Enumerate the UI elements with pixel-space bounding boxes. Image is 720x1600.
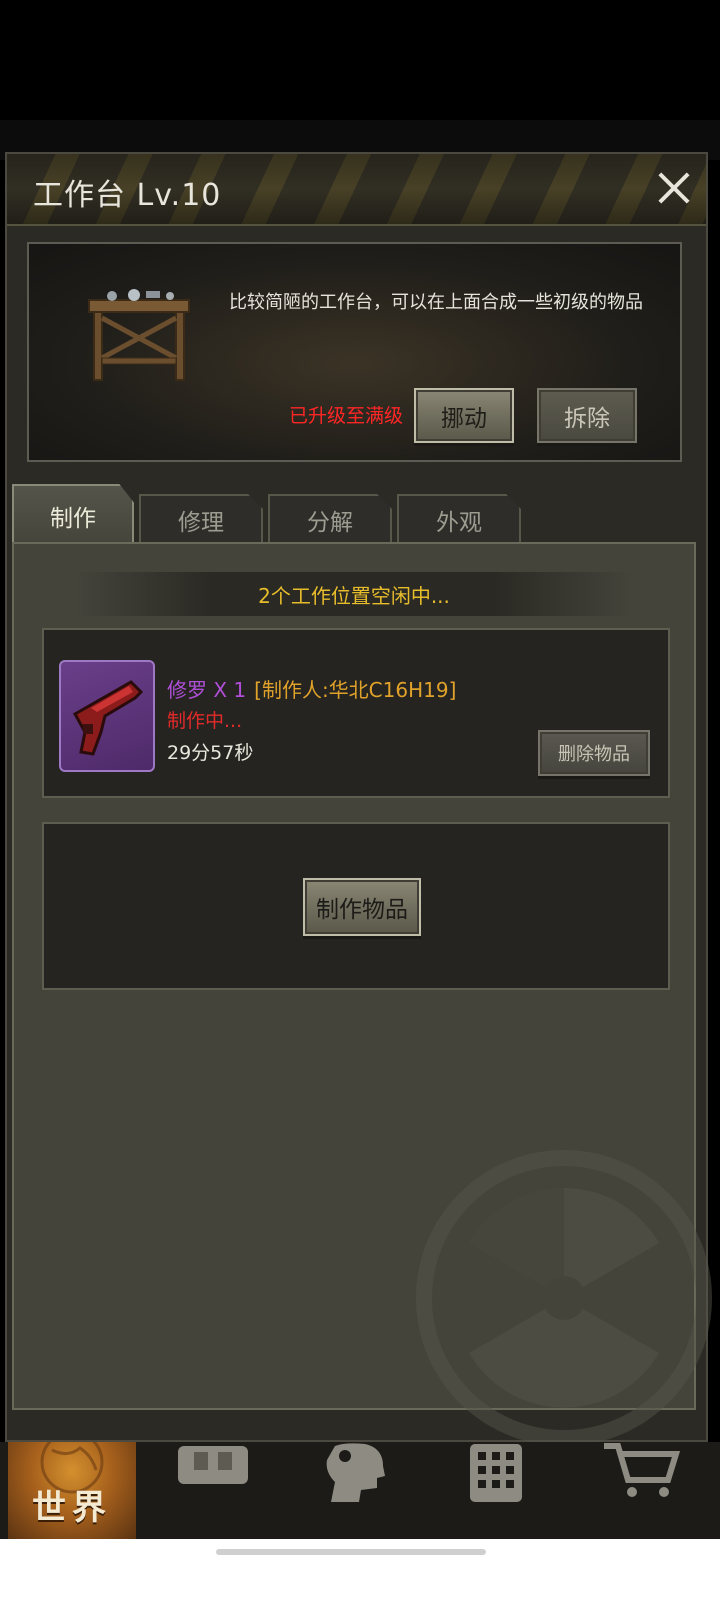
- nav-world-label: 世界: [32, 1488, 112, 1528]
- craft-content-panel: 2个工作位置空闲中... 修罗 X 1 [制作人:华北C16H19] 制作中...…: [12, 542, 712, 1446]
- tab-repair[interactable]: 修理: [139, 494, 263, 544]
- empty-craft-slot: 制作物品: [42, 822, 670, 990]
- nav-backpack[interactable]: [160, 1442, 280, 1539]
- nav-character[interactable]: [305, 1442, 425, 1539]
- tab-craft[interactable]: 制作: [12, 484, 134, 546]
- nav-phone[interactable]: [450, 1442, 570, 1539]
- max-level-label: 已升级至满级: [289, 405, 404, 427]
- home-indicator[interactable]: [216, 1549, 486, 1555]
- delete-item-button[interactable]: 删除物品: [538, 730, 650, 776]
- radiation-emblem-icon: [416, 1150, 712, 1446]
- modal-header: 工作台 Lv.10: [7, 154, 706, 226]
- craft-item-button[interactable]: 制作物品: [303, 878, 421, 936]
- bottom-navigation: 世界: [0, 1442, 720, 1539]
- item-maker: [制作人:华北C16H19]: [254, 678, 457, 702]
- building-info-panel: 比较简陋的工作台，可以在上面合成一些初级的物品 已升级至满级 挪动 拆除: [27, 242, 682, 462]
- building-description: 比较简陋的工作台，可以在上面合成一些初级的物品: [229, 292, 643, 313]
- item-icon-frame[interactable]: [59, 660, 155, 772]
- tab-disassemble[interactable]: 分解: [268, 494, 392, 544]
- nav-shop[interactable]: [598, 1442, 718, 1539]
- workbench-modal: 工作台 Lv.10 比较简陋的工作台，可以在上面合成一些初级的物品 已升级至满级…: [5, 152, 712, 1446]
- workbench-icon: [88, 289, 190, 381]
- move-button[interactable]: 挪动: [414, 388, 514, 443]
- backpack-icon: [178, 1446, 248, 1484]
- modal-title: 工作台 Lv.10: [33, 178, 222, 213]
- item-craft-state: 制作中...: [167, 710, 243, 732]
- pistol-icon: [72, 680, 144, 756]
- idle-slots-status: 2个工作位置空闲中...: [74, 572, 634, 616]
- crafting-item-card: 修罗 X 1 [制作人:华北C16H19] 制作中... 29分57秒 删除物品: [42, 628, 670, 798]
- demolish-button[interactable]: 拆除: [537, 388, 637, 443]
- item-name-line: 修罗 X 1 [制作人:华北C16H19]: [167, 674, 456, 703]
- phone-icon: [470, 1444, 522, 1502]
- nav-world[interactable]: 世界: [8, 1442, 136, 1539]
- close-icon[interactable]: [652, 166, 696, 210]
- character-icon: [326, 1443, 385, 1502]
- tab-appearance[interactable]: 外观: [397, 494, 521, 544]
- item-name: 修罗 X 1: [167, 678, 247, 702]
- shop-cart-icon: [604, 1443, 681, 1497]
- item-time-left: 29分57秒: [167, 742, 254, 764]
